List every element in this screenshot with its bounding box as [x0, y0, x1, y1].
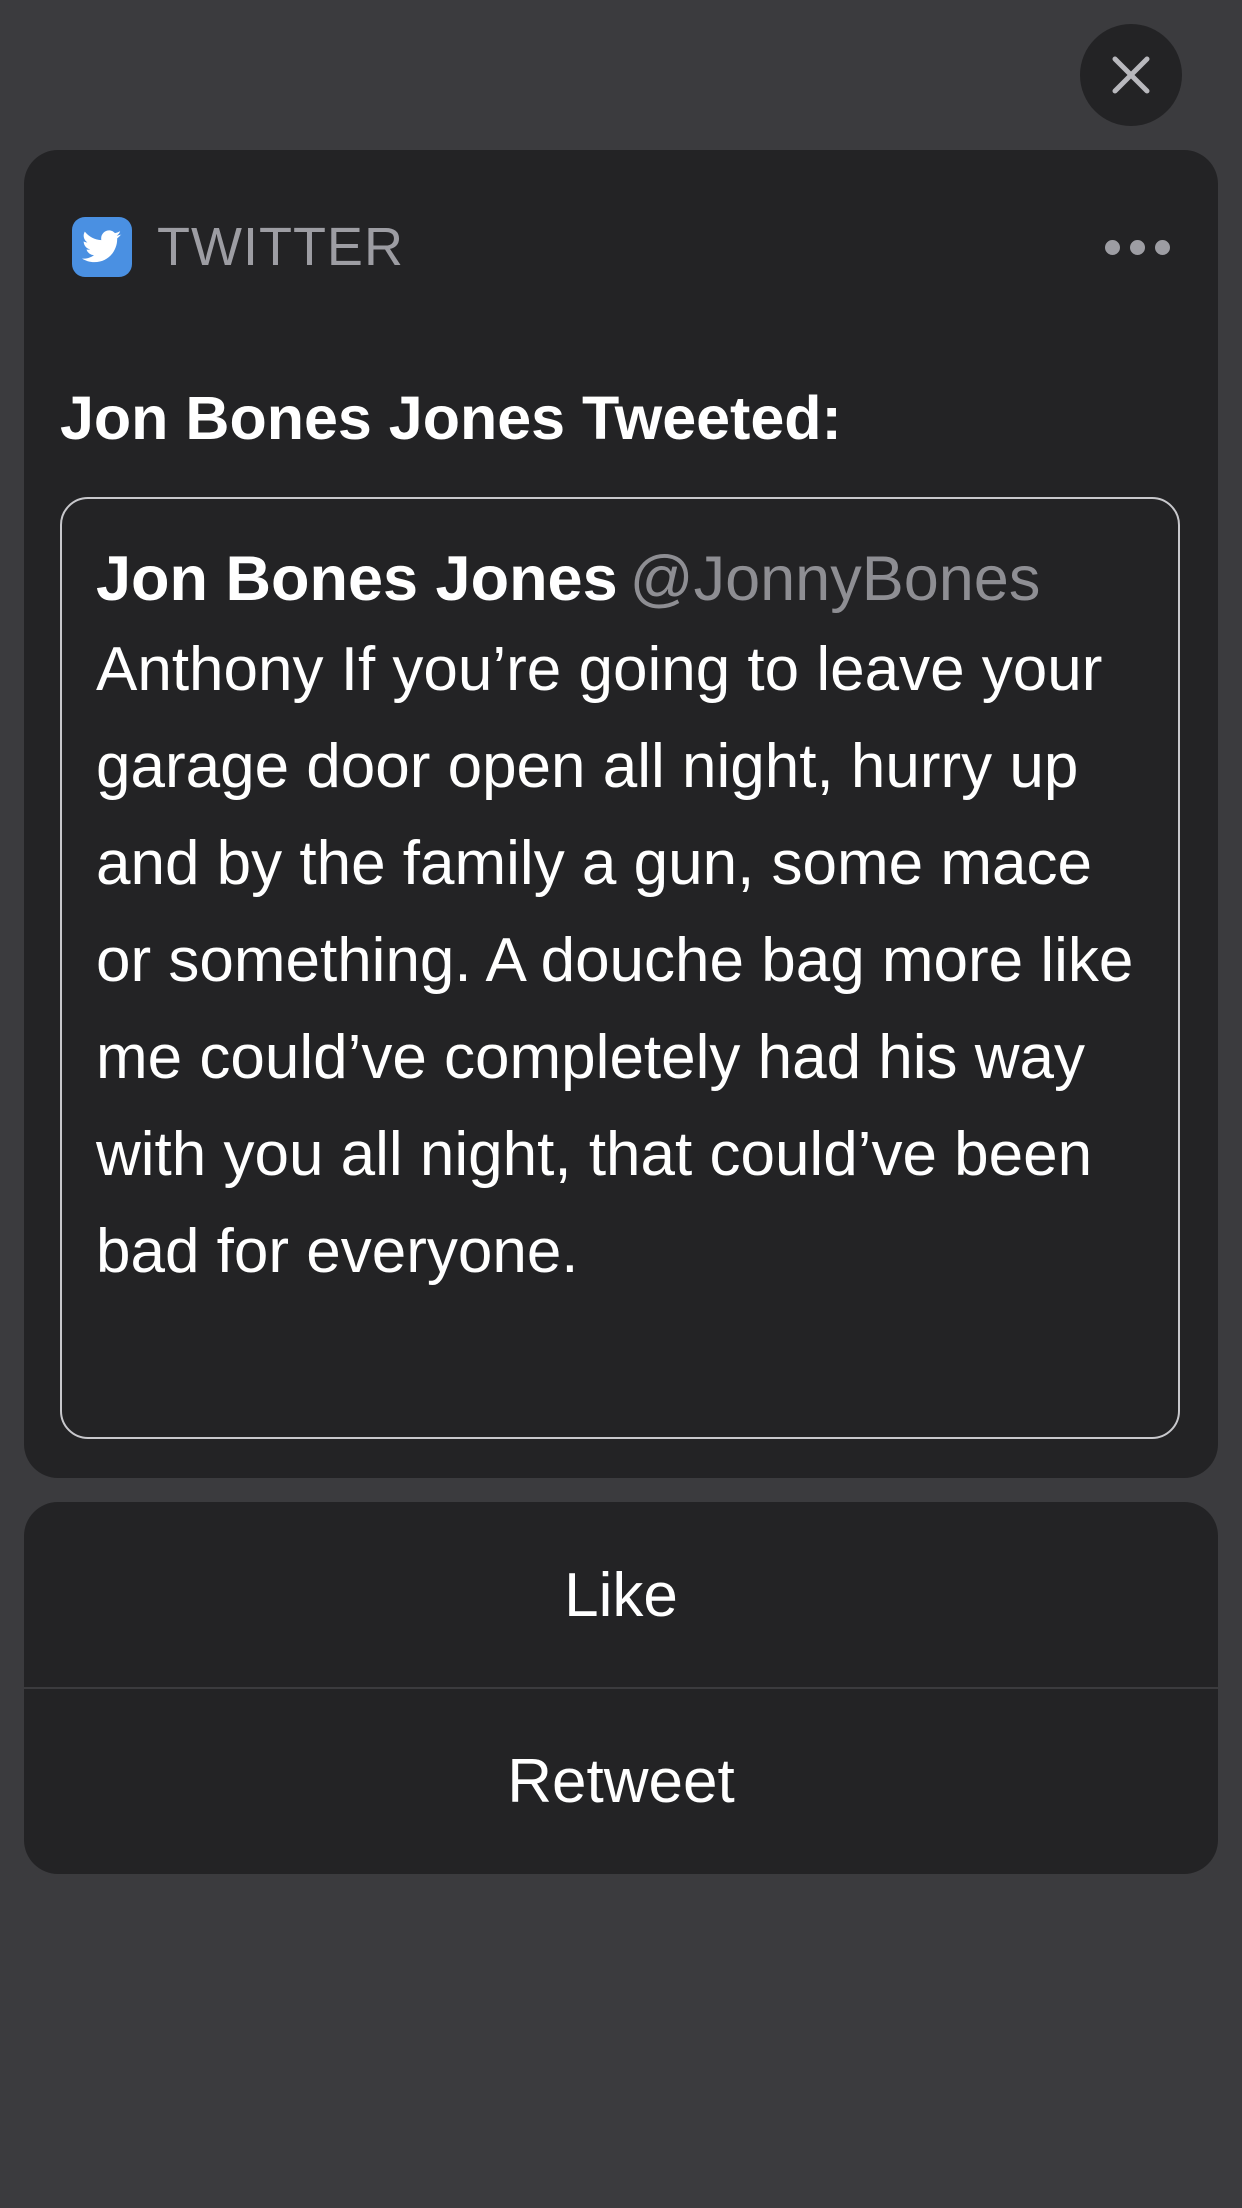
tweet-card[interactable]: Jon Bones Jones @JonnyBones Anthony If yo…: [60, 497, 1180, 1439]
close-button[interactable]: [1080, 24, 1182, 126]
tweet-author-name: Jon Bones Jones: [96, 544, 618, 614]
tweet-author-line: Jon Bones Jones @JonnyBones: [96, 537, 1144, 621]
more-options-button[interactable]: [1105, 230, 1170, 265]
action-divider: [24, 1687, 1218, 1689]
tweet-text: Anthony If you’re going to leave your ga…: [96, 635, 1134, 1286]
action-sheet: Like Retweet: [24, 1502, 1218, 1874]
more-horizontal-icon: [1105, 239, 1170, 255]
notification-title: Jon Bones Jones Tweeted:: [60, 384, 842, 452]
twitter-app-icon: [72, 217, 132, 277]
like-button[interactable]: Like: [24, 1502, 1218, 1688]
notification-card[interactable]: TWITTER Jon Bones Jones Tweeted: Jon Bon…: [24, 150, 1218, 1478]
tweet-author-handle: @JonnyBones: [629, 544, 1041, 614]
notification-header: TWITTER: [72, 215, 1170, 279]
close-icon: [1112, 56, 1150, 94]
retweet-button[interactable]: Retweet: [24, 1688, 1218, 1874]
app-name: TWITTER: [157, 217, 404, 277]
